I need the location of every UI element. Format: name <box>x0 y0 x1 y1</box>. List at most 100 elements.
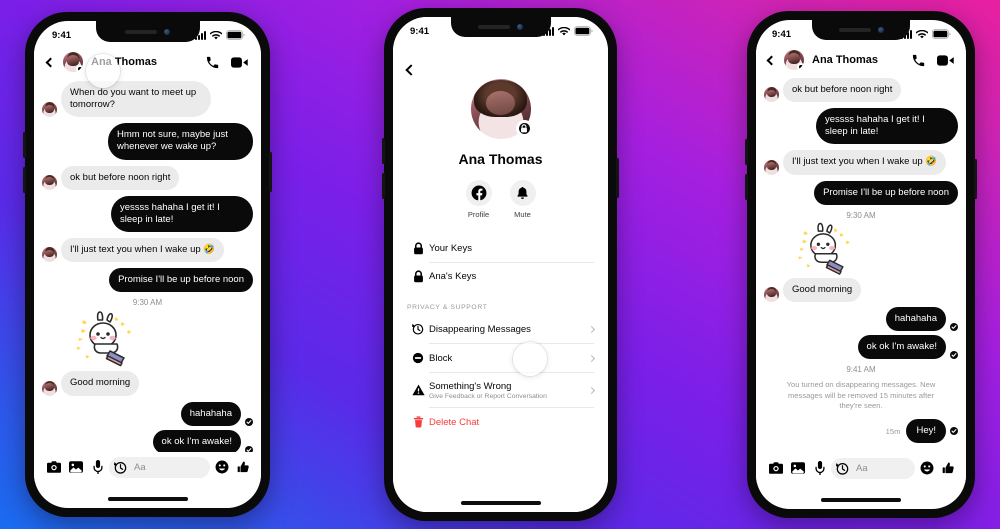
camera-icon[interactable] <box>765 462 787 474</box>
video-call-icon[interactable] <box>231 55 249 70</box>
message-row: I'll just text you when I wake up 🤣 <box>764 150 958 175</box>
battery-icon <box>226 30 245 40</box>
home-indicator <box>821 498 901 502</box>
avatar[interactable] <box>784 50 804 70</box>
phone3-volume-down[interactable] <box>745 174 748 200</box>
phone-device-3: 9:41 Ana Thomas ok but before noon right… <box>745 11 977 518</box>
disappearing-timer-icon[interactable] <box>836 462 849 475</box>
front-camera-icon <box>164 28 170 35</box>
phone3-power[interactable] <box>974 159 977 199</box>
phone-device-2: 9:41 Ana Thomas Profile Mute Your Keys A… <box>382 8 619 521</box>
disappearing-timer-icon[interactable] <box>114 461 127 474</box>
phone1-chat-header: Ana Thomas <box>34 45 261 79</box>
phone1-volume-up[interactable] <box>23 132 26 158</box>
message-bubble-outgoing[interactable]: ok ok I'm awake! <box>152 429 241 454</box>
message-bubble-incoming[interactable]: ok but before noon right <box>783 78 902 103</box>
message-bubble-outgoing[interactable]: hahahaha <box>885 306 946 332</box>
wifi-icon <box>558 26 570 35</box>
status-time: 9:41 <box>410 25 430 37</box>
back-chevron-icon[interactable] <box>405 64 417 76</box>
message-bubble-incoming[interactable]: Good morning <box>783 277 862 302</box>
phone2-screen: 9:41 Ana Thomas Profile Mute Your Keys A… <box>393 17 608 512</box>
phone1-message-thread[interactable]: When do you want to meet up tomorrow? Hm… <box>34 81 261 454</box>
message-bubble-outgoing[interactable]: Promise I'll be up before noon <box>814 180 958 205</box>
thumbs-up-icon[interactable] <box>234 460 252 474</box>
message-row: Promise I'll be up before noon <box>764 180 958 205</box>
list-item-your-keys[interactable]: Your Keys <box>407 235 594 262</box>
camera-icon[interactable] <box>43 461 65 473</box>
emoji-smiley-icon[interactable] <box>210 460 234 474</box>
back-chevron-icon[interactable] <box>766 55 777 65</box>
list-item-disappearing-messages[interactable]: Disappearing Messages <box>407 315 596 343</box>
message-bubble-incoming[interactable]: I'll just text you when I wake up 🤣 <box>783 150 947 175</box>
bunny-sticker[interactable] <box>70 311 140 367</box>
list-item-label: Disappearing Messages <box>429 323 531 335</box>
message-row: When do you want to meet up tomorrow? <box>42 81 253 118</box>
message-row: Good morning <box>764 277 958 302</box>
phone3-message-thread[interactable]: ok but before noon right yessss hahaha I… <box>756 78 966 444</box>
phone2-power[interactable] <box>616 158 619 198</box>
encrypted-badge-icon <box>797 63 804 70</box>
photo-gallery-icon[interactable] <box>787 462 809 474</box>
message-bubble-outgoing[interactable]: ok ok I'm awake! <box>857 335 946 360</box>
warning-triangle-icon <box>407 384 429 396</box>
home-indicator <box>460 501 541 505</box>
message-avatar <box>42 174 57 190</box>
message-seen-tick-icon <box>245 417 253 426</box>
message-bubble-outgoing[interactable]: hahahaha <box>180 401 241 426</box>
message-bubble-outgoing[interactable]: Hmm not sure, maybe just whenever we wak… <box>108 123 253 160</box>
message-bubble-incoming[interactable]: Good morning <box>61 371 140 396</box>
ephemeral-timer-label: 15m <box>885 426 901 436</box>
lock-icon <box>407 270 429 283</box>
list-item-block[interactable]: Block <box>407 344 596 372</box>
profile-name: Ana Thomas <box>458 151 543 167</box>
profile-avatar[interactable] <box>470 79 533 139</box>
message-seen-tick-icon <box>950 323 958 332</box>
message-bubble-outgoing[interactable]: Promise I'll be up before noon <box>109 268 253 293</box>
thumbs-up-icon[interactable] <box>939 461 957 475</box>
phone2-volume-down[interactable] <box>382 173 385 199</box>
trash-icon <box>407 416 429 428</box>
phone3-volume-up[interactable] <box>745 139 748 165</box>
profile-action-mute[interactable]: Mute <box>509 180 536 219</box>
phone-call-icon[interactable] <box>911 53 926 68</box>
chevron-right-icon <box>587 325 596 333</box>
emoji-smiley-icon[interactable] <box>915 461 939 475</box>
phone2-notch <box>450 17 551 37</box>
phone1-volume-down[interactable] <box>23 167 26 193</box>
microphone-icon[interactable] <box>809 461 831 475</box>
profile-actions: Profile Mute <box>393 180 608 219</box>
message-input[interactable]: Aa <box>109 456 210 478</box>
message-row: Good morning <box>42 371 253 396</box>
message-bubble-incoming[interactable]: I'll just text you when I wake up 🤣 <box>61 238 225 263</box>
message-input-placeholder: Aa <box>134 461 146 473</box>
profile-action-profile[interactable]: Profile <box>465 180 492 219</box>
avatar[interactable] <box>63 52 83 72</box>
message-input[interactable]: Aa <box>831 457 915 479</box>
video-call-icon[interactable] <box>937 53 955 68</box>
list-item-anas-keys[interactable]: Ana's Keys <box>407 263 594 290</box>
front-camera-icon <box>877 27 884 33</box>
list-item-label: Ana's Keys <box>429 271 477 282</box>
phone-call-icon[interactable] <box>205 55 220 70</box>
chevron-right-icon <box>587 354 596 362</box>
back-chevron-icon[interactable] <box>45 57 56 67</box>
phone1-power[interactable] <box>269 152 272 192</box>
message-bubble-incoming[interactable]: ok but before noon right <box>61 165 180 190</box>
message-bubble-outgoing[interactable]: yessss hahaha I get it! I sleep in late! <box>111 195 253 233</box>
microphone-icon[interactable] <box>87 460 109 474</box>
photo-gallery-icon[interactable] <box>65 461 87 473</box>
conversation-settings-page: Ana Thomas Profile Mute Your Keys Ana's … <box>393 17 608 512</box>
bunny-sticker[interactable] <box>792 222 858 276</box>
message-bubble-outgoing[interactable]: yessss hahaha I get it! I sleep in late! <box>816 108 958 145</box>
list-item-somethings-wrong[interactable]: Something's Wrong Give Feedback or Repor… <box>407 373 596 407</box>
list-item-delete-chat[interactable]: Delete Chat <box>407 408 594 436</box>
bell-icon <box>509 180 536 206</box>
message-row: I'll just text you when I wake up 🤣 <box>42 238 253 263</box>
phone2-volume-up[interactable] <box>382 138 385 164</box>
phone1-composer: Aa <box>34 452 261 482</box>
message-bubble-outgoing[interactable]: Hey! <box>906 419 946 444</box>
message-bubble-incoming[interactable]: When do you want to meet up tomorrow? <box>61 81 211 118</box>
phone-device-1: 9:41 Ana Thomas When do you want to meet… <box>23 12 272 517</box>
lock-icon <box>515 120 533 137</box>
